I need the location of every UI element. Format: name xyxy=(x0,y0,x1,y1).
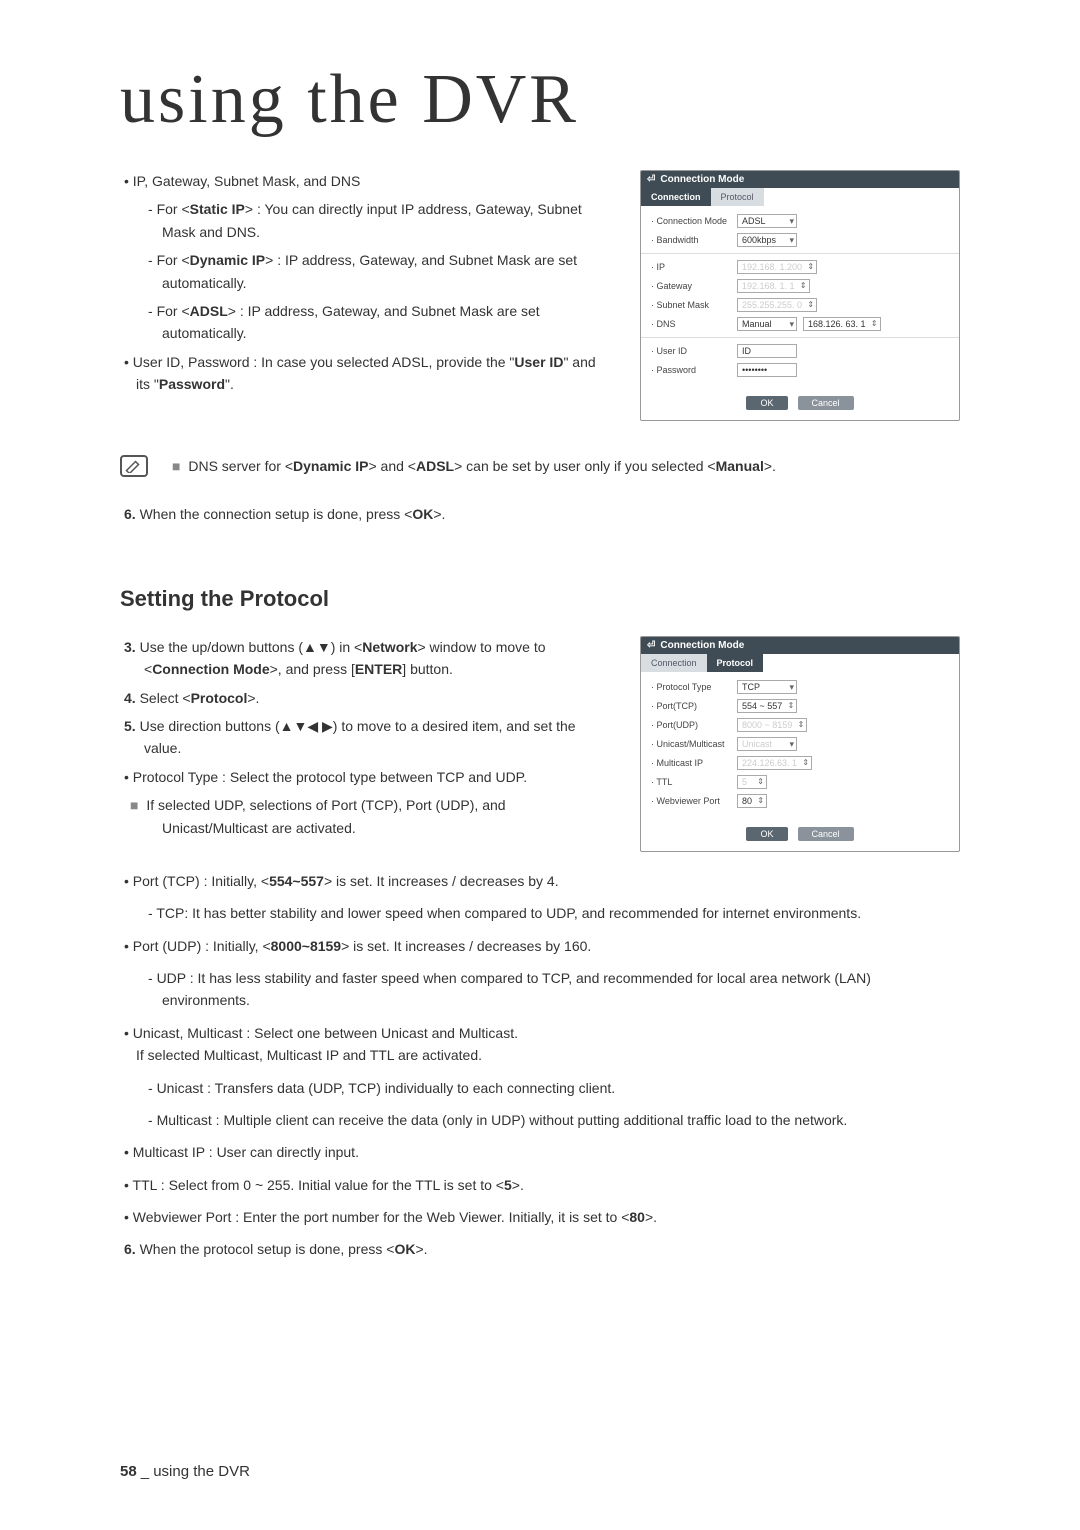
shot1-title: Connection Mode xyxy=(641,171,959,188)
step-6-connection: 6. When the connection setup is done, pr… xyxy=(124,503,960,525)
lbl-proto-type: Protocol Type xyxy=(651,682,731,692)
sub-multicast: Multicast : Multiple client can receive … xyxy=(148,1109,960,1131)
bullet-proto-type: Protocol Type : Select the protocol type… xyxy=(124,766,610,788)
bullet-multicast-ip: Multicast IP : User can directly input. xyxy=(124,1141,960,1163)
chapter-title: using the DVR xyxy=(120,60,960,140)
field-port-tcp: 554 ~ 557 xyxy=(737,699,797,713)
field-port-udp: 8000 ~ 8159 xyxy=(737,718,807,732)
tab-connection: Connection xyxy=(641,654,707,672)
lbl-unicast: Unicast/Multicast xyxy=(651,739,731,749)
bullet-port-udp: Port (UDP) : Initially, <8000~8159> is s… xyxy=(124,935,960,957)
field-multicast-ip: 224.126.63. 1 xyxy=(737,756,812,770)
field-dns: 168.126. 63. 1 xyxy=(803,317,881,331)
lbl-port-udp: Port(UDP) xyxy=(651,720,731,730)
field-gateway: 192.168. 1. 1 xyxy=(737,279,810,293)
lbl-ttl: TTL xyxy=(651,777,731,787)
lbl-port-tcp: Port(TCP) xyxy=(651,701,731,711)
note-proto-udp: If selected UDP, selections of Port (TCP… xyxy=(146,794,610,839)
bullet-userid: User ID, Password : In case you selected… xyxy=(124,351,610,396)
field-unicast: Unicast xyxy=(737,737,797,751)
pencil-icon xyxy=(125,459,143,473)
screenshot-protocol: Connection Mode Connection Protocol Prot… xyxy=(640,636,960,852)
shot2-title: Connection Mode xyxy=(641,637,959,654)
field-connmode: ADSL xyxy=(737,214,797,228)
sub-adsl: For <ADSL> : IP address, Gateway, and Su… xyxy=(148,300,610,345)
field-ttl: 5 xyxy=(737,775,767,789)
page-footer: 58_ using the DVR xyxy=(120,1463,250,1480)
bullet-ttl: TTL : Select from 0 ~ 255. Initial value… xyxy=(124,1174,960,1196)
section1-text: IP, Gateway, Subnet Mask, and DNS For <S… xyxy=(120,170,610,402)
step-6-protocol: 6. When the protocol setup is done, pres… xyxy=(124,1238,960,1260)
field-ip: 192.168. 1.200 xyxy=(737,260,817,274)
back-icon xyxy=(647,174,655,185)
lbl-webviewer: Webviewer Port xyxy=(651,796,731,806)
ok-button: OK xyxy=(746,396,787,410)
cancel-button: Cancel xyxy=(798,827,854,841)
page-number: 58 xyxy=(120,1463,137,1480)
heading-setting-protocol: Setting the Protocol xyxy=(120,586,960,612)
sub-unicast: Unicast : Transfers data (UDP, TCP) indi… xyxy=(148,1077,960,1099)
sub-dynamic: For <Dynamic IP> : IP address, Gateway, … xyxy=(148,249,610,294)
field-dns-mode: Manual xyxy=(737,317,797,331)
field-bandwidth: 600kbps xyxy=(737,233,797,247)
bullet-unicast: Unicast, Multicast : Select one between … xyxy=(124,1022,960,1067)
lbl-userid: User ID xyxy=(651,346,731,356)
lbl-password: Password xyxy=(651,365,731,375)
note-dns: DNS server for <Dynamic IP> and <ADSL> c… xyxy=(188,455,776,477)
tab-connection: Connection xyxy=(641,188,711,206)
tab-protocol: Protocol xyxy=(711,188,764,206)
lbl-subnet: Subnet Mask xyxy=(651,300,731,310)
field-password: •••••••• xyxy=(737,363,797,377)
lbl-ip: IP xyxy=(651,262,731,272)
sub-tcp: TCP: It has better stability and lower s… xyxy=(148,902,960,924)
bullet-ip-gw: IP, Gateway, Subnet Mask, and DNS xyxy=(124,170,610,192)
lbl-connmode: Connection Mode xyxy=(651,216,731,226)
lbl-dns: DNS xyxy=(651,319,731,329)
lbl-multicast-ip: Multicast IP xyxy=(651,758,731,768)
lbl-gateway: Gateway xyxy=(651,281,731,291)
note-icon xyxy=(120,455,148,477)
step-4: 4. Select <Protocol>. xyxy=(124,687,610,709)
sub-udp: UDP : It has less stability and faster s… xyxy=(148,967,960,1012)
running-title: using the DVR xyxy=(149,1463,250,1480)
sub-static: For <Static IP> : You can directly input… xyxy=(148,198,610,243)
cancel-button: Cancel xyxy=(798,396,854,410)
back-icon xyxy=(647,640,655,651)
step-3: 3. Use the up/down buttons (▲▼) in <Netw… xyxy=(124,636,610,681)
screenshot-connection: Connection Mode Connection Protocol Conn… xyxy=(640,170,960,421)
ok-button: OK xyxy=(746,827,787,841)
field-subnet: 255.255.255. 0 xyxy=(737,298,817,312)
section2-text: 3. Use the up/down buttons (▲▼) in <Netw… xyxy=(120,636,610,845)
bullet-webviewer: Webviewer Port : Enter the port number f… xyxy=(124,1206,960,1228)
bullet-port-tcp: Port (TCP) : Initially, <554~557> is set… xyxy=(124,870,960,892)
field-userid: ID xyxy=(737,344,797,358)
field-proto-type: TCP xyxy=(737,680,797,694)
lbl-bandwidth: Bandwidth xyxy=(651,235,731,245)
field-webviewer: 80 xyxy=(737,794,767,808)
tab-protocol: Protocol xyxy=(707,654,764,672)
step-5: 5. Use direction buttons (▲▼◀ ▶) to move… xyxy=(124,715,610,760)
